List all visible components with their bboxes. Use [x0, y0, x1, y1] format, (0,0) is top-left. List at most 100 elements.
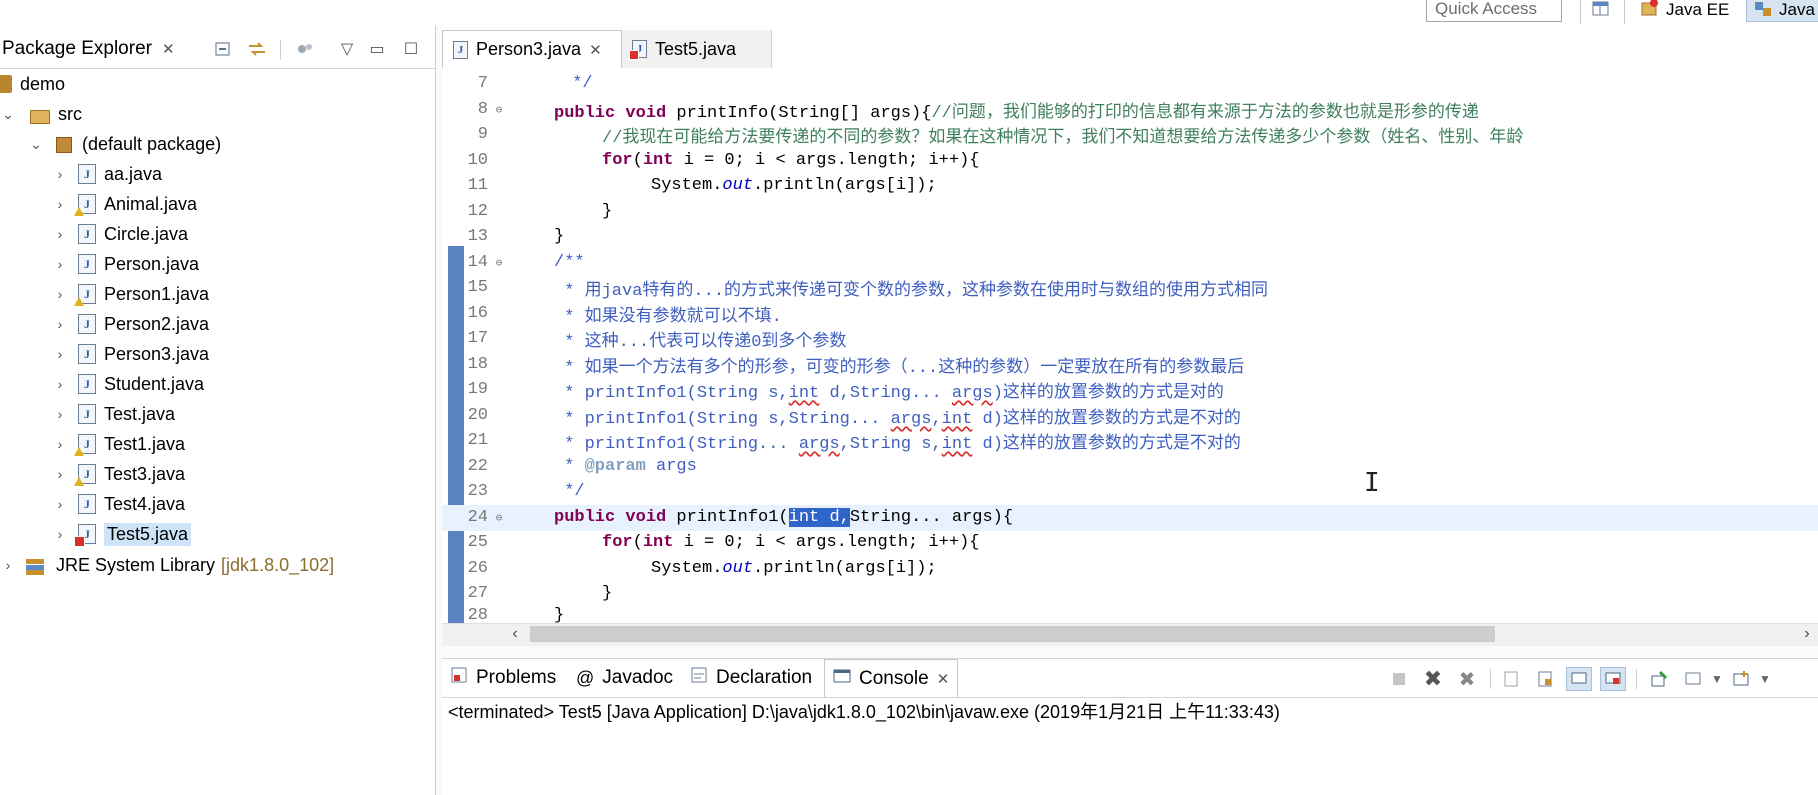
tab-declaration[interactable]: Declaration	[682, 659, 820, 697]
tab-package-explorer[interactable]: Package Explorer ✕	[0, 30, 189, 68]
tree-label: Test.java	[104, 403, 176, 424]
java-file-warning-icon: J	[74, 464, 96, 486]
tree-item-file[interactable]: › J Person3.java	[52, 340, 209, 368]
display-console-icon[interactable]	[1680, 667, 1706, 691]
collapsed-arrow-icon[interactable]: ›	[0, 557, 16, 573]
perspective-label: Java EE	[1666, 0, 1730, 19]
collapsed-arrow-icon[interactable]: ›	[52, 376, 68, 392]
close-icon[interactable]: ✕	[589, 41, 602, 59]
tree-item-default-package[interactable]: ⌄ (default package)	[28, 130, 221, 158]
code-text: System.out.println(args[i]);	[651, 176, 937, 196]
tree-item-file[interactable]: › J Test5.java	[52, 520, 192, 548]
focus-icon[interactable]	[294, 38, 316, 60]
tree-item-file[interactable]: › J Test.java	[52, 400, 175, 428]
package-explorer-tabbar: Package Explorer ✕ ▽ ▭ ☐	[0, 30, 435, 69]
collapsed-arrow-icon[interactable]: ›	[52, 496, 68, 512]
link-with-editor-icon[interactable]	[246, 38, 268, 60]
toolbar-separator	[1636, 669, 1637, 689]
text-selection: int d,	[788, 508, 850, 528]
fold-icon[interactable]: ⊖	[492, 511, 506, 525]
line-number: 26	[467, 559, 488, 579]
tab-test5-java[interactable]: J Test5.java	[622, 30, 772, 68]
scroll-right-icon[interactable]: ›	[1796, 623, 1818, 645]
clear-console-icon[interactable]	[1498, 667, 1524, 691]
source-folder-icon	[30, 105, 50, 124]
java-file-icon: J	[78, 494, 96, 514]
tree-label: Person.java	[104, 253, 200, 274]
java-file-icon: J	[78, 314, 96, 334]
tree-item-project[interactable]: demo	[0, 70, 65, 98]
collapsed-arrow-icon[interactable]: ›	[52, 406, 68, 422]
tree-item-file[interactable]: › J Student.java	[52, 370, 204, 398]
tree-item-file[interactable]: › J Animal.java	[52, 190, 197, 218]
tree-item-file[interactable]: › J Test4.java	[52, 490, 185, 518]
tab-problems[interactable]: Problems	[442, 659, 564, 697]
pin-console-icon[interactable]	[1646, 667, 1672, 691]
code-line: 28 }	[442, 606, 1818, 623]
expanded-arrow-icon[interactable]: ⌄	[28, 136, 44, 153]
close-icon[interactable]: ✕	[937, 670, 950, 688]
scroll-left-icon[interactable]: ‹	[504, 623, 526, 645]
open-console-icon[interactable]	[1728, 667, 1754, 691]
code-line: 22 * @param args	[442, 454, 1818, 480]
maximize-icon[interactable]: ☐	[400, 38, 422, 60]
console-output[interactable]	[442, 728, 1818, 795]
collapse-all-icon[interactable]	[212, 38, 234, 60]
code-text: * 如果一个方法有多个的形参，可变的形参（...这种的参数）一定要放在所有的参数…	[554, 358, 1245, 378]
tree-item-file[interactable]: › J Person1.java	[52, 280, 209, 308]
collapsed-arrow-icon[interactable]: ›	[52, 316, 68, 332]
display-console-dropdown-icon[interactable]: ▼	[1704, 667, 1730, 691]
collapsed-arrow-icon[interactable]: ›	[52, 226, 68, 242]
collapsed-arrow-icon[interactable]: ›	[52, 436, 68, 452]
collapsed-arrow-icon[interactable]: ›	[52, 286, 68, 302]
code-text: * printInfo1(String s,String... args,int…	[554, 409, 1241, 429]
fold-icon[interactable]: ⊖	[492, 256, 506, 270]
expanded-arrow-icon[interactable]: ⌄	[0, 106, 16, 123]
library-version: [jdk1.8.0_102]	[221, 554, 335, 575]
collapsed-arrow-icon[interactable]: ›	[52, 526, 68, 542]
close-icon[interactable]: ✕	[162, 40, 175, 58]
show-on-stderr-icon[interactable]	[1600, 667, 1626, 691]
tree-item-file[interactable]: › J Test1.java	[52, 430, 185, 458]
collapsed-arrow-icon[interactable]: ›	[52, 166, 68, 182]
java-file-icon: J	[78, 404, 96, 424]
code-text: }	[602, 584, 613, 604]
view-sash-vertical[interactable]	[435, 26, 442, 795]
fold-icon[interactable]: ⊖	[492, 103, 506, 117]
scroll-lock-icon[interactable]	[1532, 667, 1558, 691]
tree-item-file[interactable]: › Jaa.java	[52, 160, 162, 188]
remove-all-terminated-icon[interactable]: ✖	[1454, 667, 1480, 691]
tree-item-file[interactable]: › J Circle.java	[52, 220, 188, 248]
collapsed-arrow-icon[interactable]: ›	[52, 466, 68, 482]
tree-item-file[interactable]: › J Person2.java	[52, 310, 209, 338]
tree-item-file[interactable]: › J Person.java	[52, 250, 199, 278]
perspective-java[interactable]: Java	[1746, 0, 1818, 22]
view-menu-icon[interactable]: ▽	[336, 38, 358, 60]
tree-label: Circle.java	[104, 223, 189, 244]
collapsed-arrow-icon[interactable]: ›	[52, 346, 68, 362]
open-perspective-icon[interactable]	[1590, 0, 1612, 20]
show-on-stdout-icon[interactable]	[1566, 667, 1592, 691]
perspective-java-ee[interactable]: Java EE	[1640, 0, 1729, 22]
view-sash-horizontal[interactable]	[442, 646, 1818, 658]
tree-label: Student.java	[104, 373, 205, 394]
tree-item-jre-library[interactable]: › JRE System Library [jdk1.8.0_102]	[0, 551, 334, 579]
tree-item-src[interactable]: ⌄ src	[0, 100, 82, 128]
tab-person3-java[interactable]: J Person3.java ✕	[442, 30, 622, 68]
scrollbar-thumb[interactable]	[530, 626, 1495, 642]
terminate-icon[interactable]	[1386, 667, 1412, 691]
open-console-dropdown-icon[interactable]: ▼	[1752, 667, 1778, 691]
remove-launch-icon[interactable]: ✖	[1420, 666, 1446, 691]
tab-console[interactable]: Console ✕	[824, 659, 958, 697]
collapsed-arrow-icon[interactable]: ›	[52, 256, 68, 272]
quick-access-input[interactable]: Quick Access	[1426, 0, 1562, 22]
line-number: 10	[467, 151, 488, 171]
collapsed-arrow-icon[interactable]: ›	[52, 196, 68, 212]
line-number: 15	[467, 278, 488, 298]
tree-label: (default package)	[82, 133, 222, 154]
minimize-icon[interactable]: ▭	[366, 38, 388, 60]
java-file-error-icon: J	[74, 524, 96, 547]
project-folder-icon	[0, 75, 12, 93]
tree-item-file[interactable]: › J Test3.java	[52, 460, 185, 488]
tab-javadoc[interactable]: @ Javadoc	[568, 659, 681, 697]
